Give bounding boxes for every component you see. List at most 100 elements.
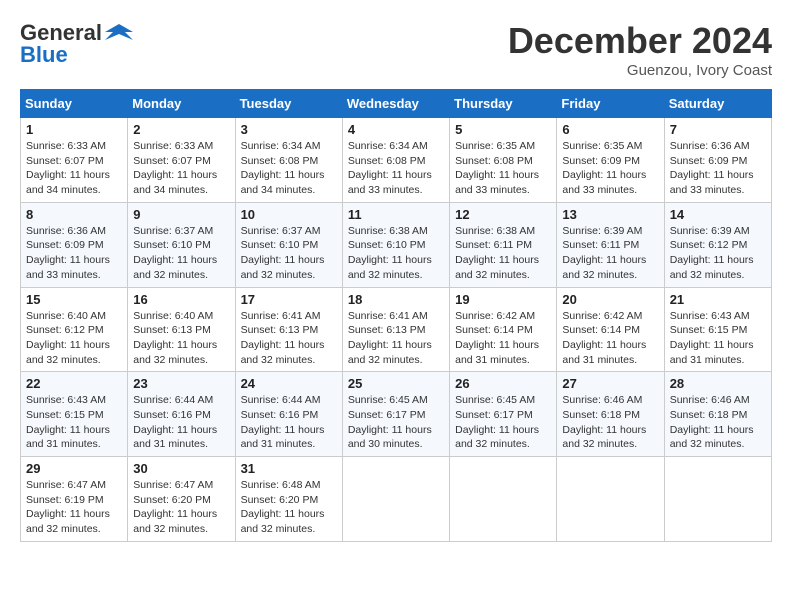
day-of-week-header: Sunday [21,90,128,118]
calendar-day-cell [450,457,557,542]
day-number: 20 [562,292,658,307]
day-info: Sunrise: 6:41 AMSunset: 6:13 PMDaylight:… [241,309,337,368]
logo-bird-icon [105,22,133,44]
day-number: 3 [241,122,337,137]
day-number: 8 [26,207,122,222]
calendar-day-cell: 15Sunrise: 6:40 AMSunset: 6:12 PMDayligh… [21,287,128,372]
day-number: 7 [670,122,766,137]
day-info: Sunrise: 6:33 AMSunset: 6:07 PMDaylight:… [133,139,229,198]
calendar-day-cell: 16Sunrise: 6:40 AMSunset: 6:13 PMDayligh… [128,287,235,372]
day-info: Sunrise: 6:35 AMSunset: 6:08 PMDaylight:… [455,139,551,198]
day-number: 29 [26,461,122,476]
day-number: 11 [348,207,444,222]
day-info: Sunrise: 6:36 AMSunset: 6:09 PMDaylight:… [26,224,122,283]
day-number: 22 [26,376,122,391]
calendar-day-cell: 3 Sunrise: 6:34 AMSunset: 6:08 PMDaylight… [235,118,342,203]
calendar-day-cell: 5 Sunrise: 6:35 AMSunset: 6:08 PMDaylight… [450,118,557,203]
title-block: December 2024 Guenzou, Ivory Coast [508,20,772,79]
calendar-header-row: SundayMondayTuesdayWednesdayThursdayFrid… [21,90,772,118]
calendar-table: SundayMondayTuesdayWednesdayThursdayFrid… [20,89,772,542]
calendar-day-cell: 31 Sunrise: 6:48 AMSunset: 6:20 PMDayligh… [235,457,342,542]
calendar-day-cell: 17 Sunrise: 6:41 AMSunset: 6:13 PMDayligh… [235,287,342,372]
day-number: 27 [562,376,658,391]
day-info: Sunrise: 6:38 AMSunset: 6:11 PMDaylight:… [455,224,551,283]
calendar-day-cell: 14Sunrise: 6:39 AMSunset: 6:12 PMDayligh… [664,202,771,287]
day-info: Sunrise: 6:37 AMSunset: 6:10 PMDaylight:… [133,224,229,283]
calendar-day-cell: 21 Sunrise: 6:43 AMSunset: 6:15 PMDayligh… [664,287,771,372]
day-info: Sunrise: 6:48 AMSunset: 6:20 PMDaylight:… [241,478,337,537]
day-info: Sunrise: 6:43 AMSunset: 6:15 PMDaylight:… [670,309,766,368]
day-number: 16 [133,292,229,307]
day-number: 15 [26,292,122,307]
calendar-day-cell: 6 Sunrise: 6:35 AMSunset: 6:09 PMDaylight… [557,118,664,203]
day-info: Sunrise: 6:36 AMSunset: 6:09 PMDaylight:… [670,139,766,198]
logo-blue-text: Blue [20,42,68,68]
day-number: 6 [562,122,658,137]
calendar-week-row: 29Sunrise: 6:47 AMSunset: 6:19 PMDayligh… [21,457,772,542]
calendar-day-cell: 9 Sunrise: 6:37 AMSunset: 6:10 PMDaylight… [128,202,235,287]
calendar-day-cell: 27 Sunrise: 6:46 AMSunset: 6:18 PMDayligh… [557,372,664,457]
calendar-day-cell: 23Sunrise: 6:44 AMSunset: 6:16 PMDayligh… [128,372,235,457]
calendar-day-cell: 28Sunrise: 6:46 AMSunset: 6:18 PMDayligh… [664,372,771,457]
day-number: 18 [348,292,444,307]
day-number: 9 [133,207,229,222]
day-number: 31 [241,461,337,476]
day-of-week-header: Friday [557,90,664,118]
day-number: 17 [241,292,337,307]
day-info: Sunrise: 6:42 AMSunset: 6:14 PMDaylight:… [562,309,658,368]
calendar-day-cell: 7 Sunrise: 6:36 AMSunset: 6:09 PMDaylight… [664,118,771,203]
day-info: Sunrise: 6:45 AMSunset: 6:17 PMDaylight:… [348,393,444,452]
day-number: 2 [133,122,229,137]
day-info: Sunrise: 6:39 AMSunset: 6:11 PMDaylight:… [562,224,658,283]
calendar-week-row: 8 Sunrise: 6:36 AMSunset: 6:09 PMDaylight… [21,202,772,287]
day-info: Sunrise: 6:37 AMSunset: 6:10 PMDaylight:… [241,224,337,283]
day-number: 19 [455,292,551,307]
day-number: 26 [455,376,551,391]
day-number: 30 [133,461,229,476]
day-number: 28 [670,376,766,391]
calendar-day-cell: 20 Sunrise: 6:42 AMSunset: 6:14 PMDayligh… [557,287,664,372]
day-number: 24 [241,376,337,391]
day-number: 13 [562,207,658,222]
month-title: December 2024 [508,20,772,62]
calendar-day-cell: 10Sunrise: 6:37 AMSunset: 6:10 PMDayligh… [235,202,342,287]
calendar-day-cell: 26Sunrise: 6:45 AMSunset: 6:17 PMDayligh… [450,372,557,457]
day-number: 21 [670,292,766,307]
calendar-day-cell: 13 Sunrise: 6:39 AMSunset: 6:11 PMDayligh… [557,202,664,287]
day-info: Sunrise: 6:46 AMSunset: 6:18 PMDaylight:… [562,393,658,452]
calendar-week-row: 15Sunrise: 6:40 AMSunset: 6:12 PMDayligh… [21,287,772,372]
day-number: 25 [348,376,444,391]
day-of-week-header: Thursday [450,90,557,118]
calendar-day-cell [557,457,664,542]
calendar-day-cell [664,457,771,542]
day-of-week-header: Monday [128,90,235,118]
day-number: 1 [26,122,122,137]
day-info: Sunrise: 6:44 AMSunset: 6:16 PMDaylight:… [133,393,229,452]
day-info: Sunrise: 6:42 AMSunset: 6:14 PMDaylight:… [455,309,551,368]
calendar-day-cell: 4 Sunrise: 6:34 AMSunset: 6:08 PMDaylight… [342,118,449,203]
day-info: Sunrise: 6:35 AMSunset: 6:09 PMDaylight:… [562,139,658,198]
day-info: Sunrise: 6:41 AMSunset: 6:13 PMDaylight:… [348,309,444,368]
day-info: Sunrise: 6:33 AMSunset: 6:07 PMDaylight:… [26,139,122,198]
calendar-week-row: 1 Sunrise: 6:33 AMSunset: 6:07 PMDaylight… [21,118,772,203]
calendar-day-cell: 2 Sunrise: 6:33 AMSunset: 6:07 PMDaylight… [128,118,235,203]
calendar-day-cell: 24Sunrise: 6:44 AMSunset: 6:16 PMDayligh… [235,372,342,457]
day-number: 5 [455,122,551,137]
calendar-day-cell: 25 Sunrise: 6:45 AMSunset: 6:17 PMDayligh… [342,372,449,457]
calendar-week-row: 22 Sunrise: 6:43 AMSunset: 6:15 PMDayligh… [21,372,772,457]
day-number: 4 [348,122,444,137]
day-number: 14 [670,207,766,222]
location-subtitle: Guenzou, Ivory Coast [508,62,772,79]
page-header: General Blue December 2024 Guenzou, Ivor… [20,20,772,79]
calendar-day-cell: 11 Sunrise: 6:38 AMSunset: 6:10 PMDayligh… [342,202,449,287]
calendar-day-cell: 29Sunrise: 6:47 AMSunset: 6:19 PMDayligh… [21,457,128,542]
calendar-day-cell: 12Sunrise: 6:38 AMSunset: 6:11 PMDayligh… [450,202,557,287]
calendar-day-cell: 22 Sunrise: 6:43 AMSunset: 6:15 PMDayligh… [21,372,128,457]
day-info: Sunrise: 6:34 AMSunset: 6:08 PMDaylight:… [348,139,444,198]
day-info: Sunrise: 6:43 AMSunset: 6:15 PMDaylight:… [26,393,122,452]
day-info: Sunrise: 6:38 AMSunset: 6:10 PMDaylight:… [348,224,444,283]
day-info: Sunrise: 6:34 AMSunset: 6:08 PMDaylight:… [241,139,337,198]
day-info: Sunrise: 6:47 AMSunset: 6:20 PMDaylight:… [133,478,229,537]
calendar-day-cell: 30 Sunrise: 6:47 AMSunset: 6:20 PMDayligh… [128,457,235,542]
calendar-day-cell [342,457,449,542]
